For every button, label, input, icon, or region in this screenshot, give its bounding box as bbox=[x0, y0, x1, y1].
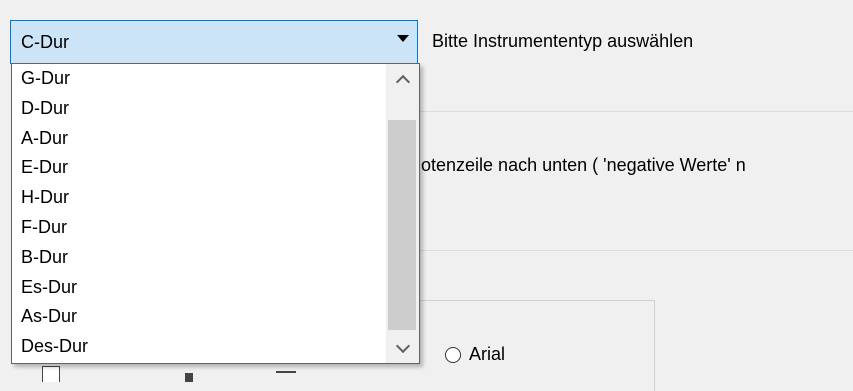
partially-hidden-control-2 bbox=[276, 371, 296, 373]
groupbox-border-middle bbox=[410, 250, 853, 251]
radio-arial[interactable]: Arial bbox=[445, 344, 505, 365]
list-item-d-dur[interactable]: D-Dur bbox=[12, 94, 386, 124]
key-combobox[interactable]: C-Dur bbox=[10, 20, 418, 64]
list-item-a-dur[interactable]: A-Dur bbox=[12, 124, 386, 154]
chevron-down-icon bbox=[395, 338, 410, 353]
list-item-as-dur[interactable]: As-Dur bbox=[12, 302, 386, 332]
dropdown-options: G-Dur D-Dur A-Dur E-Dur H-Dur F-Dur B-Du… bbox=[12, 64, 386, 363]
scroll-up-button[interactable] bbox=[386, 64, 419, 94]
partially-hidden-checkbox[interactable] bbox=[42, 366, 60, 382]
instrument-type-label: Bitte Instrumententyp auswählen bbox=[432, 31, 694, 51]
list-item-f-dur[interactable]: F-Dur bbox=[12, 213, 386, 243]
key-dropdown-list[interactable]: G-Dur D-Dur A-Dur E-Dur H-Dur F-Dur B-Du… bbox=[11, 63, 420, 364]
list-item-es-dur[interactable]: Es-Dur bbox=[12, 273, 386, 303]
scroll-down-button[interactable] bbox=[386, 333, 419, 363]
chevron-up-icon bbox=[395, 74, 410, 89]
list-item-b-dur[interactable]: B-Dur bbox=[12, 243, 386, 273]
list-item-g-dur[interactable]: G-Dur bbox=[12, 64, 386, 94]
note-line-option-text: lotenzeile nach unten ( 'negative Werte'… bbox=[417, 155, 746, 175]
list-item-h-dur[interactable]: H-Dur bbox=[12, 183, 386, 213]
scrollbar-thumb[interactable] bbox=[388, 120, 416, 330]
radio-circle-icon[interactable] bbox=[445, 346, 461, 363]
vertical-scrollbar[interactable] bbox=[386, 64, 419, 363]
dropdown-arrow-icon[interactable] bbox=[397, 35, 409, 42]
list-item-e-dur[interactable]: E-Dur bbox=[12, 153, 386, 183]
radio-arial-label: Arial bbox=[469, 344, 506, 364]
combobox-selected-value: C-Dur bbox=[21, 32, 69, 52]
list-item-des-dur[interactable]: Des-Dur bbox=[12, 332, 386, 362]
partially-hidden-control bbox=[185, 373, 193, 382]
groupbox-border-top bbox=[410, 111, 853, 112]
